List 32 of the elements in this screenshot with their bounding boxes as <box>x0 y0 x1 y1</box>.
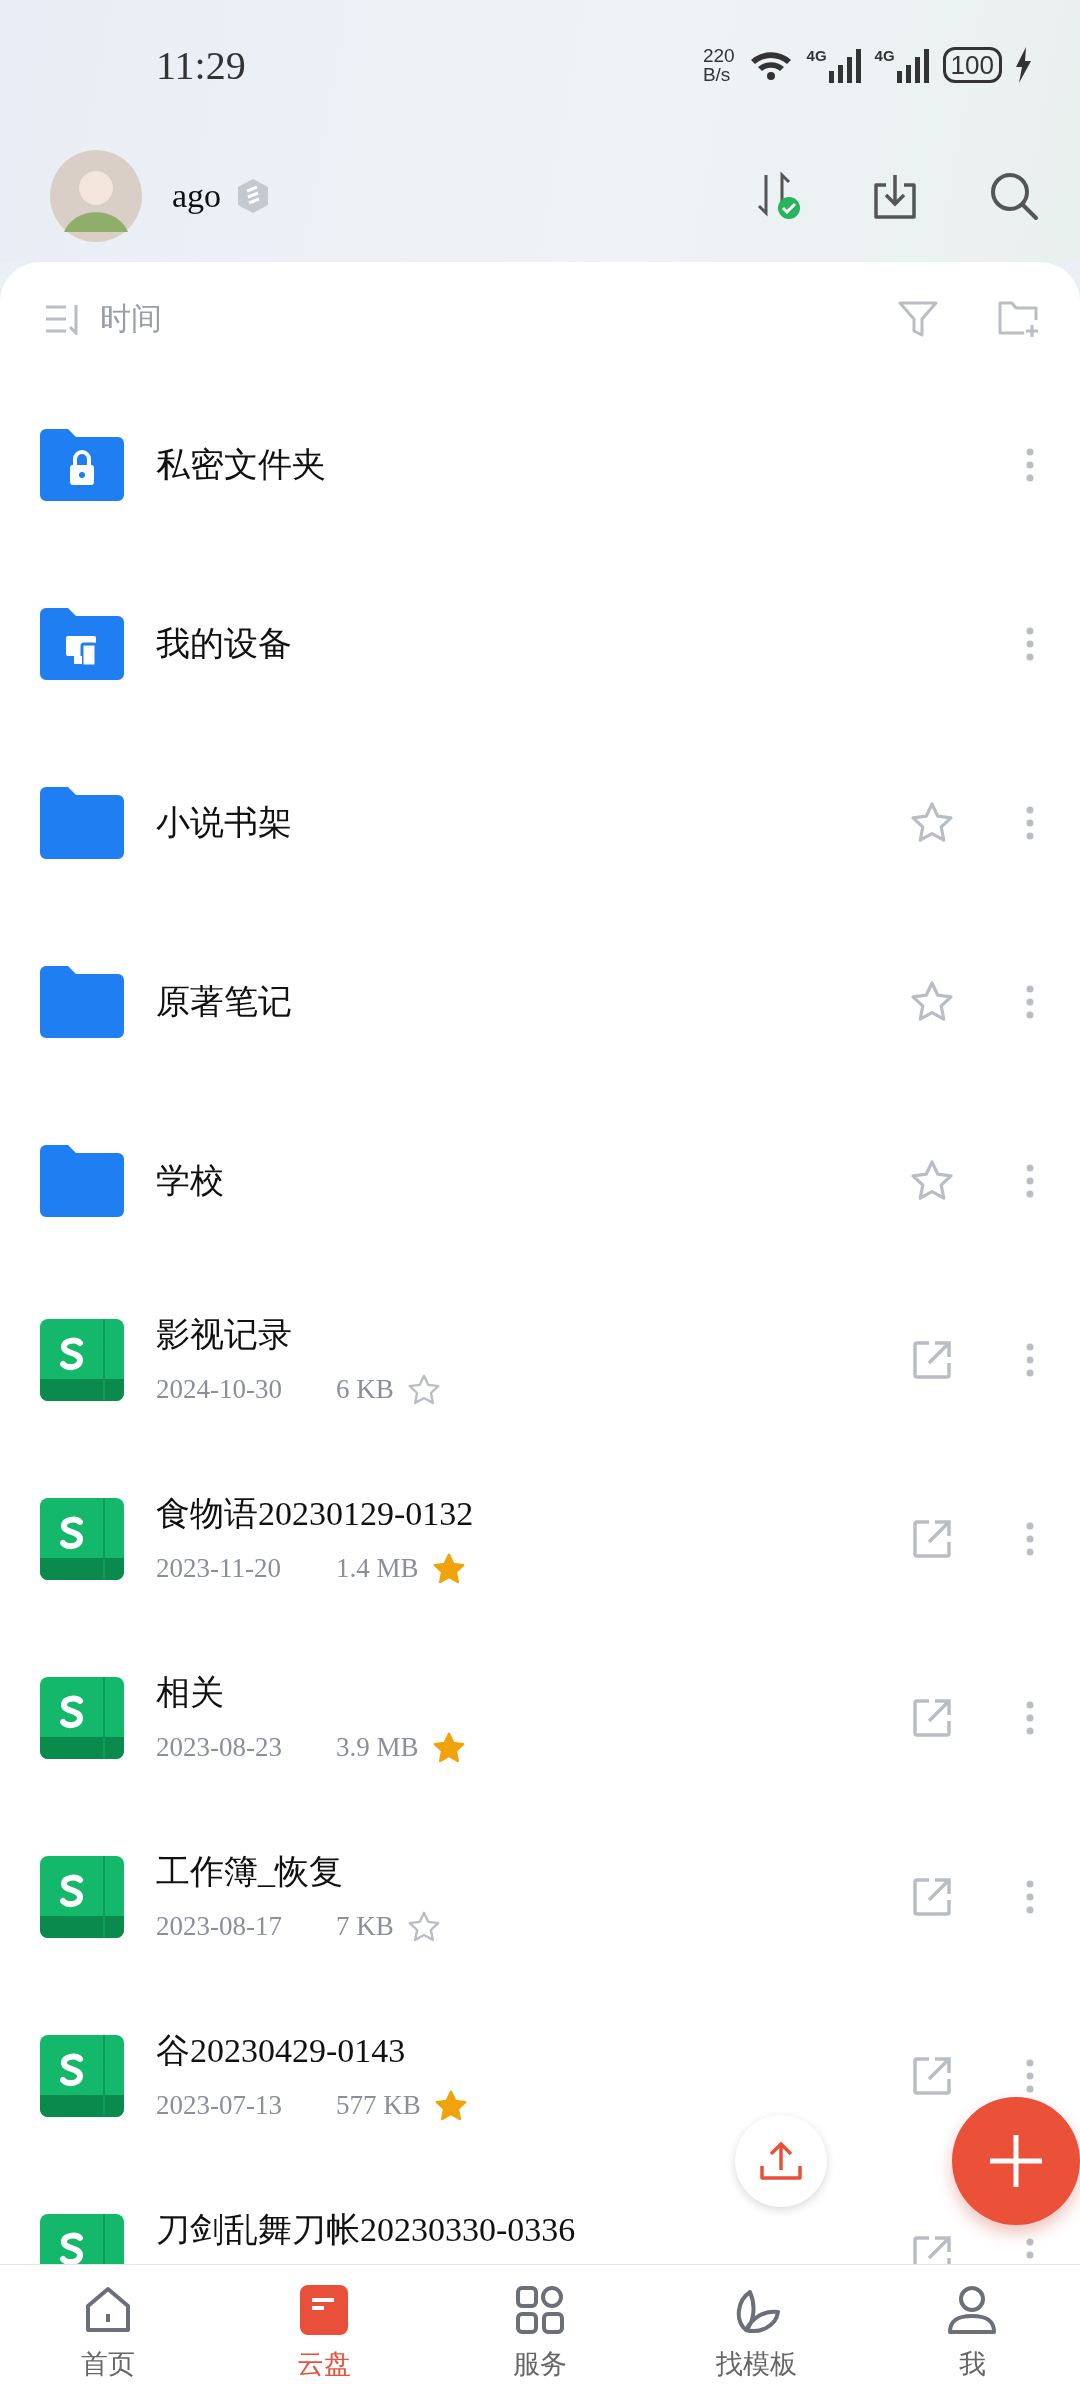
folder-name[interactable]: 原著笔记 <box>156 978 902 1025</box>
folder-name[interactable]: 我的设备 <box>156 620 902 667</box>
file-size: 1.4 MB <box>336 1553 419 1584</box>
modified-date: 2023-11-20 <box>156 1553 282 1584</box>
modified-date: 2023-08-23 <box>156 1732 283 1763</box>
file-name[interactable]: 相关 <box>156 1669 902 1716</box>
folder-name[interactable]: 私密文件夹 <box>156 441 902 488</box>
file-name[interactable]: 工作簿_恢复 <box>156 1848 902 1895</box>
file-size: 3.9 MB <box>336 1732 419 1763</box>
file-name[interactable]: 食物语20230129-0132 <box>156 1490 902 1537</box>
file-size: 577 KB <box>336 2090 421 2121</box>
nav-tab[interactable]: 首页 <box>0 2265 216 2400</box>
modified-date: 2023-08-17 <box>156 1911 283 1942</box>
nav-tab[interactable]: 云盘 <box>216 2265 432 2400</box>
file-name[interactable]: 谷20230429-0143 <box>156 2027 902 2074</box>
file-size: 7 KB <box>336 1911 394 1942</box>
file-name[interactable]: 刀剑乱舞刀帐20230330-0336 <box>156 2206 902 2253</box>
network-type: 4G <box>874 47 895 64</box>
modified-date: 2023-07-13 <box>156 2090 283 2121</box>
network-type: 4G <box>806 47 827 64</box>
network-speed: 220 B/s <box>702 46 735 84</box>
file-size: 6 KB <box>336 1374 394 1405</box>
nav-tab[interactable]: 我 <box>864 2265 1080 2400</box>
modified-date: 2024-10-30 <box>156 1374 283 1405</box>
nav-tab[interactable]: 服务 <box>432 2265 648 2400</box>
status-time: 11:29 <box>156 41 247 89</box>
file-name[interactable]: 影视记录 <box>156 1311 902 1358</box>
username: ago <box>172 177 222 215</box>
folder-name[interactable]: 小说书架 <box>156 799 902 846</box>
folder-name[interactable]: 学校 <box>156 1157 902 1204</box>
nav-tab[interactable]: 找模板 <box>648 2265 864 2400</box>
battery-level: 100 <box>942 47 1002 83</box>
